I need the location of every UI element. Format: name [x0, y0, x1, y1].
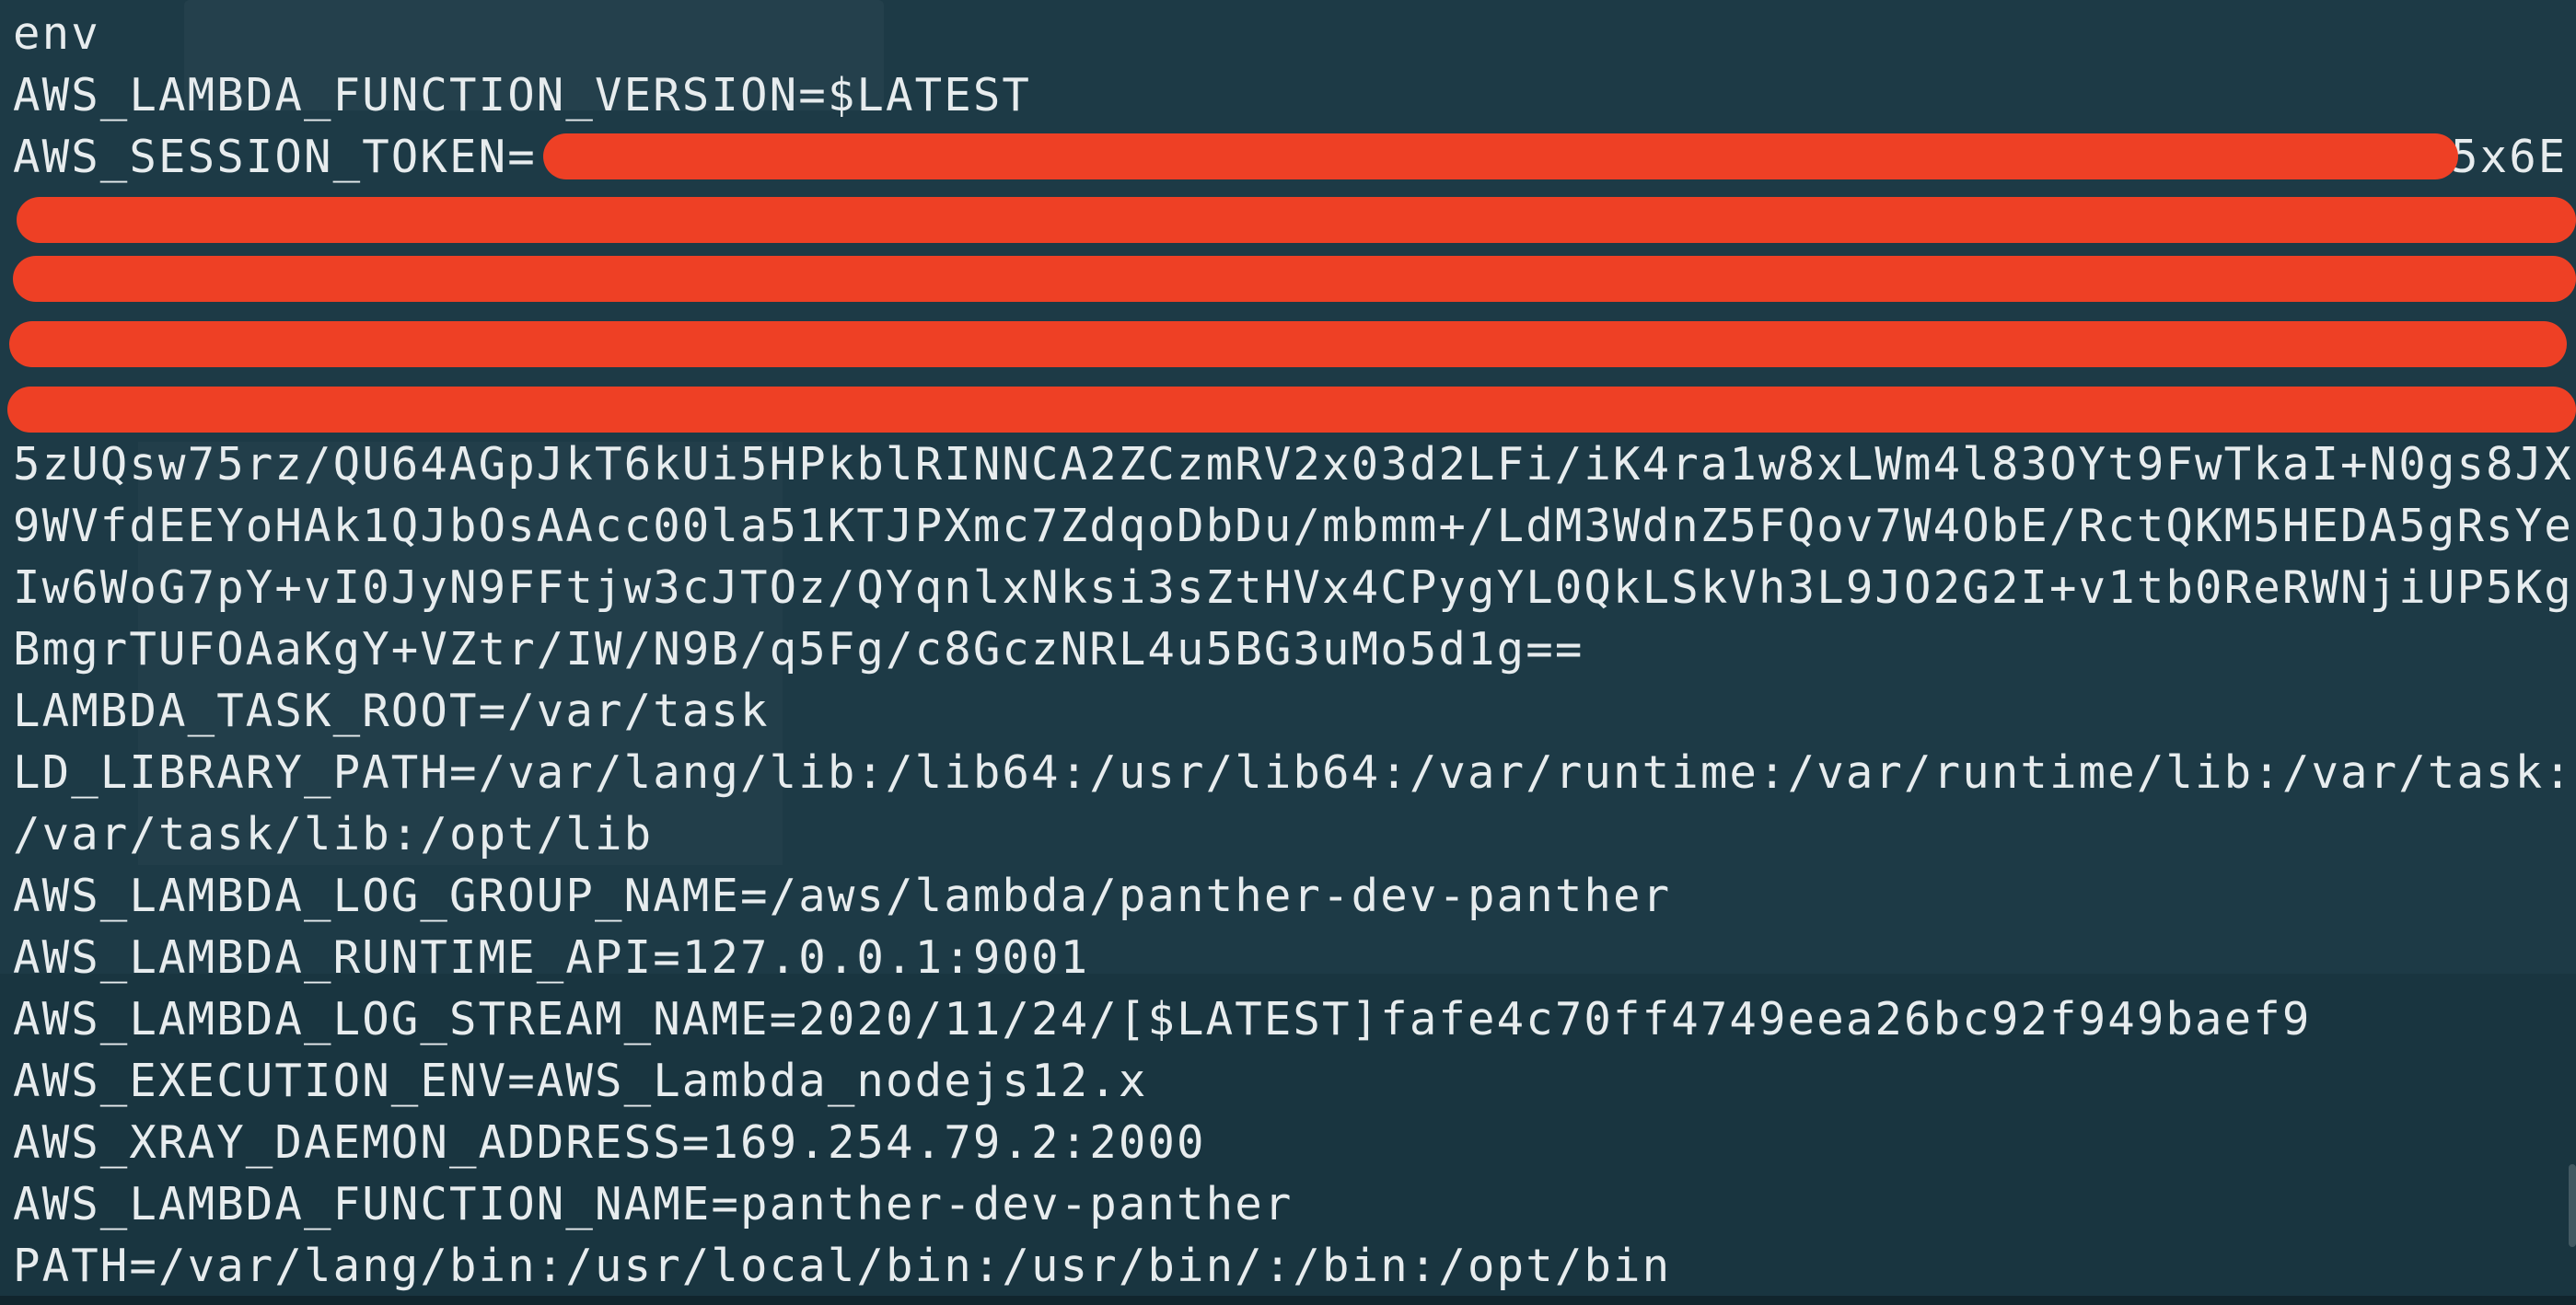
env-ld-library-path: LD_LIBRARY_PATH=/var/lang/lib:/lib64:/us… [13, 746, 2573, 799]
redaction-mark [9, 321, 2567, 367]
env-ld-library-path-continued: /var/task/lib:/opt/lib [13, 808, 654, 860]
redaction-mark [17, 197, 2576, 243]
env-xray-daemon-address: AWS_XRAY_DAEMON_ADDRESS=169.254.79.2:200… [13, 1116, 1206, 1169]
env-session-token-line: 9WVfdEEYoHAk1QJbOsAAcc00la51KTJPXmc7Zdqo… [13, 500, 2573, 552]
env-session-token-line: Iw6WoG7pY+vI0JyN9FFtjw3cJTOz/QYqnlxNksi3… [13, 561, 2573, 614]
env-function-version: AWS_LAMBDA_FUNCTION_VERSION=$LATEST [13, 69, 1032, 121]
env-runtime-api: AWS_LAMBDA_RUNTIME_API=127.0.0.1:9001 [13, 931, 1090, 984]
env-path: PATH=/var/lang/bin:/usr/local/bin:/usr/b… [13, 1240, 1672, 1292]
env-function-name: AWS_LAMBDA_FUNCTION_NAME=panther-dev-pan… [13, 1178, 1294, 1230]
env-execution-env: AWS_EXECUTION_ENV=AWS_Lambda_nodejs12.x [13, 1055, 1148, 1107]
env-session-token-prefix: AWS_SESSION_TOKEN= [13, 131, 537, 183]
redaction-mark [13, 256, 2576, 302]
env-log-group-name: AWS_LAMBDA_LOG_GROUP_NAME=/aws/lambda/pa… [13, 870, 1672, 922]
command-line: env [13, 7, 100, 60]
env-log-stream-name: AWS_LAMBDA_LOG_STREAM_NAME=2020/11/24/[$… [13, 993, 2312, 1045]
redaction-mark [7, 387, 2576, 433]
env-session-token-line: BmgrTUFOAaKgY+VZtr/IW/N9B/q5Fg/c8GczNRL4… [13, 623, 1584, 676]
terminal-output: env AWS_LAMBDA_FUNCTION_VERSION=$LATEST … [13, 0, 2572, 1305]
env-task-root: LAMBDA_TASK_ROOT=/var/task [13, 685, 770, 737]
env-session-token-line: 5zUQsw75rz/QU64AGpJkT6kUi5HPkblRINNCA2ZC… [13, 438, 2573, 491]
env-session-token-tail: 5x6E [2451, 131, 2568, 183]
redaction-mark [543, 133, 2458, 179]
